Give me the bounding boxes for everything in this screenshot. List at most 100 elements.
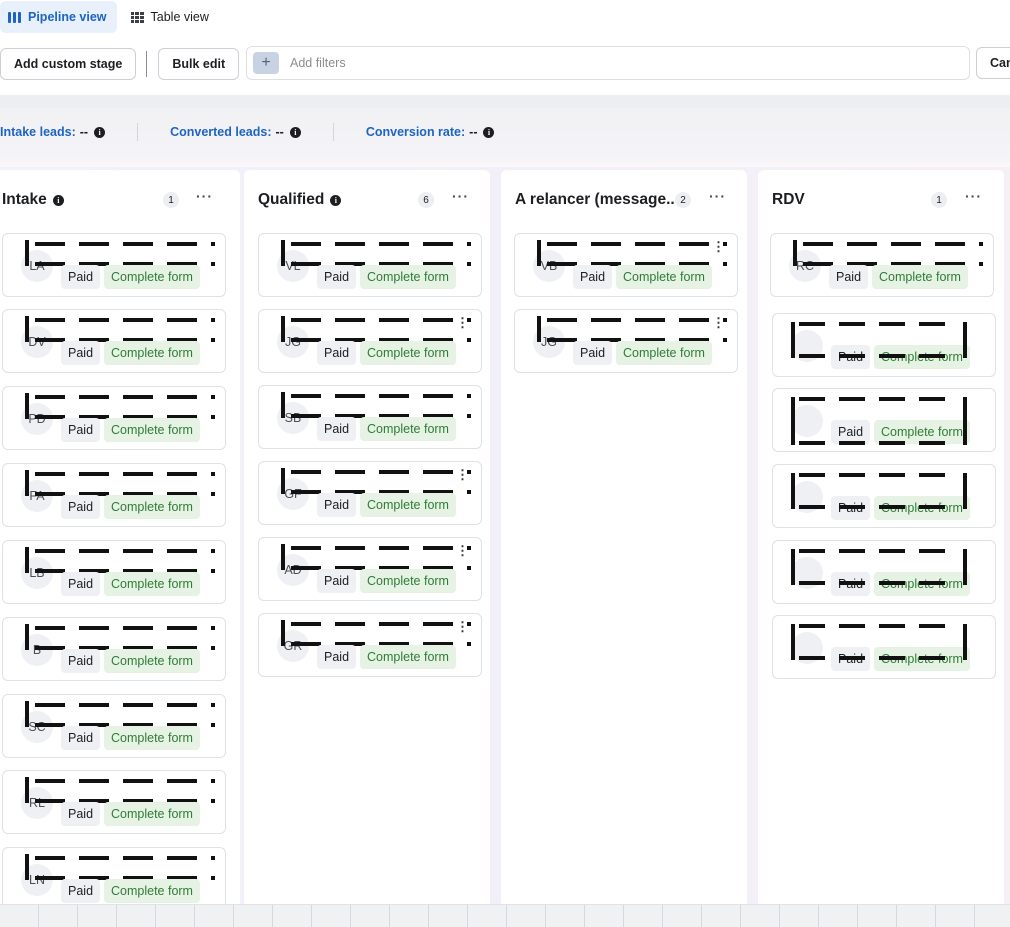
paid-tag: Paid (61, 341, 101, 365)
complete-form-tag: Complete form (104, 879, 200, 903)
lead-card[interactable]: DV Paid Complete form (2, 309, 226, 373)
redacted-name (25, 854, 215, 880)
redacted-name (281, 468, 471, 494)
table-icon (130, 11, 144, 23)
lead-card[interactable]: GF ⋮ Paid Complete form (258, 461, 482, 525)
lead-card[interactable]: LA Paid Complete form (2, 233, 226, 297)
paid-tag: Paid (317, 417, 357, 441)
more-options-icon[interactable]: ··· (196, 188, 213, 204)
stage-title-text: Intake (2, 191, 47, 208)
stat-divider (332, 123, 334, 141)
lead-card[interactable]: RC Paid Complete form (770, 233, 994, 297)
toolbar-divider (146, 51, 148, 77)
complete-form-tag: Complete form (104, 572, 200, 596)
paid-tag: Paid (61, 265, 101, 289)
complete-form-tag: Complete form (104, 341, 200, 365)
info-icon[interactable]: i (483, 126, 495, 138)
lead-card[interactable]: PD Paid Complete form (2, 386, 226, 450)
lead-card[interactable]: GR ⋮ Paid Complete form (258, 613, 482, 677)
redacted-card (791, 549, 967, 585)
kebab-menu-icon[interactable]: ⋮ (712, 316, 725, 329)
stat-intake-label: Intake leads: (0, 125, 76, 139)
lead-card[interactable]: VL Paid Complete form (258, 233, 482, 297)
info-icon[interactable]: i (94, 126, 106, 138)
stage-title: RDV (772, 191, 805, 209)
tab-pipeline-view[interactable]: Pipeline view (0, 1, 117, 33)
kebab-menu-icon[interactable]: ⋮ (712, 240, 725, 253)
redacted-card (791, 473, 967, 509)
lead-card[interactable]: Paid Complete form (772, 615, 996, 679)
stage-count-badge: 1 (163, 192, 179, 208)
stat-converted-label: Converted leads: (170, 125, 272, 139)
stat-intake-value: -- (79, 125, 89, 139)
redacted-card (791, 322, 967, 358)
redacted-name (25, 624, 215, 650)
lead-card[interactable]: FA Paid Complete form (2, 463, 226, 527)
add-custom-stage-button[interactable]: Add custom stage (0, 48, 137, 80)
lead-card[interactable]: Paid Complete form (772, 388, 996, 452)
lead-card[interactable]: Paid Complete form (772, 313, 996, 377)
lead-card[interactable]: AD ⋮ Paid Complete form (258, 537, 482, 601)
paid-tag: Paid (61, 879, 101, 903)
complete-form-tag: Complete form (360, 341, 456, 365)
lead-card[interactable]: JG ⋮ Paid Complete form (514, 309, 738, 373)
lead-card[interactable]: Paid Complete form (772, 464, 996, 528)
stat-converted-leads: Converted leads: -- i (170, 125, 301, 139)
stage-count-badge: 1 (931, 192, 947, 208)
lead-card[interactable]: JG ⋮ Paid Complete form (258, 309, 482, 373)
paid-tag: Paid (61, 726, 101, 750)
tab-pipeline-label: Pipeline view (28, 10, 107, 24)
info-icon[interactable]: i (289, 126, 301, 138)
truncated-button[interactable]: Can (976, 47, 1010, 79)
lead-card[interactable]: RL Paid Complete form (2, 770, 226, 834)
kebab-menu-icon[interactable]: ⋮ (456, 468, 469, 481)
horizontal-scrollbar[interactable] (0, 904, 1010, 927)
paid-tag: Paid (61, 649, 101, 673)
more-options-icon[interactable]: ··· (709, 188, 726, 204)
complete-form-tag: Complete form (104, 418, 200, 442)
lead-card[interactable]: B Paid Complete form (2, 617, 226, 681)
complete-form-tag: Complete form (872, 265, 968, 289)
lead-card[interactable]: SB Paid Complete form (258, 385, 482, 449)
redacted-name (281, 620, 471, 646)
kebab-menu-icon[interactable]: ⋮ (456, 544, 469, 557)
kebab-menu-icon[interactable]: ⋮ (456, 620, 469, 633)
lead-card[interactable]: VB ⋮ Paid Complete form (514, 233, 738, 297)
toolbar: Add custom stage Bulk edit (0, 46, 240, 82)
bulk-edit-button[interactable]: Bulk edit (158, 48, 240, 80)
complete-form-tag: Complete form (360, 265, 456, 289)
stat-rate-value: -- (469, 125, 478, 139)
stat-divider (137, 123, 139, 141)
complete-form-tag: Complete form (104, 802, 200, 826)
complete-form-tag: Complete form (104, 649, 200, 673)
complete-form-tag: Complete form (104, 265, 200, 289)
tab-table-label: Table view (150, 10, 209, 24)
info-icon[interactable]: i (52, 194, 64, 206)
complete-form-tag: Complete form (104, 495, 200, 519)
redacted-card (791, 397, 967, 445)
redacted-name (537, 316, 727, 342)
lead-card[interactable]: SC Paid Complete form (2, 694, 226, 758)
redacted-name (281, 392, 471, 418)
paid-tag: Paid (61, 495, 101, 519)
more-options-icon[interactable]: ··· (965, 188, 982, 204)
complete-form-tag: Complete form (360, 417, 456, 441)
paid-tag: Paid (317, 341, 357, 365)
plus-icon[interactable]: + (253, 52, 279, 74)
filter-placeholder: Add filters (290, 56, 346, 70)
filter-bar[interactable]: + Add filters (246, 46, 970, 80)
info-icon[interactable]: i (330, 194, 342, 206)
lead-card[interactable]: LB Paid Complete form (2, 540, 226, 604)
stage-count-badge: 2 (675, 192, 691, 208)
stage-title-text: RDV (772, 191, 805, 208)
stage-title: A relancer (message... (515, 191, 675, 209)
lead-card[interactable]: LN Paid Complete form (2, 847, 226, 911)
paid-tag: Paid (317, 645, 357, 669)
tab-table-view[interactable]: Table view (123, 1, 219, 33)
stage-header: Qualified i 6 ··· (244, 188, 490, 212)
more-options-icon[interactable]: ··· (452, 188, 469, 204)
redacted-name (25, 701, 215, 727)
redacted-name (793, 240, 983, 266)
lead-card[interactable]: Paid Complete form (772, 540, 996, 604)
kebab-menu-icon[interactable]: ⋮ (456, 316, 469, 329)
